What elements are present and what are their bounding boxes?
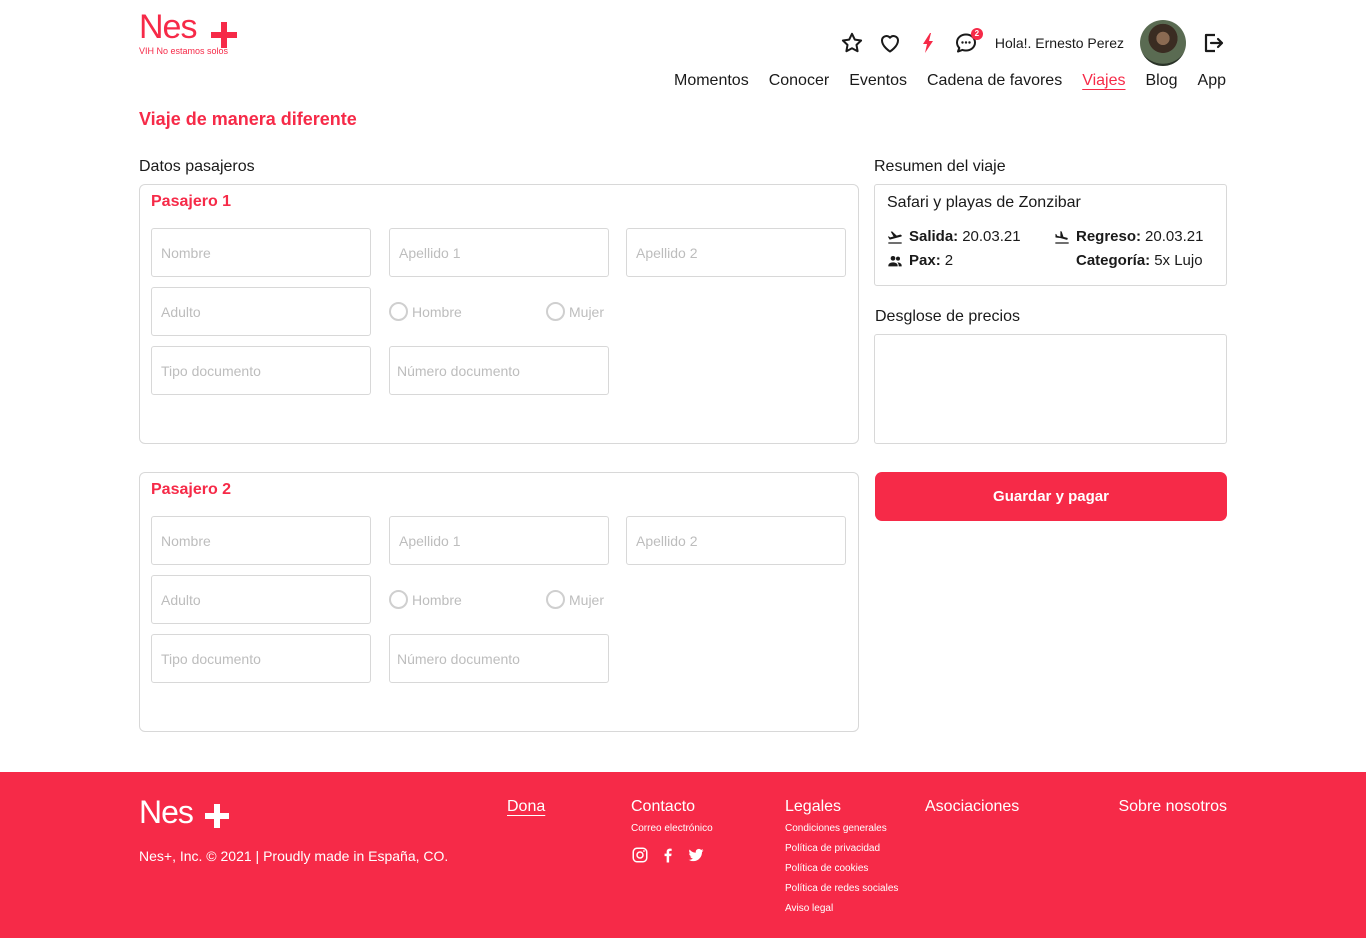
plus-icon xyxy=(205,804,229,828)
footer-link-privacidad[interactable]: Política de privacidad xyxy=(785,843,880,854)
footer: Nes Nes+, Inc. © 2021 | Proudly made in … xyxy=(0,772,1366,938)
footer-link-dona[interactable]: Dona xyxy=(507,798,545,816)
numero-documento-field[interactable]: Número documento xyxy=(389,634,609,683)
instagram-icon[interactable] xyxy=(631,846,649,864)
hombre-radio[interactable]: Hombre xyxy=(389,302,462,321)
pax-label: Pax: xyxy=(909,252,941,269)
footer-heading-contacto: Contacto xyxy=(631,798,696,815)
passenger-card-1: Pasajero 1 Nombre Apellido 1 Apellido 2 … xyxy=(139,184,859,444)
hombre-label: Hombre xyxy=(412,303,462,320)
apellido1-field[interactable]: Apellido 1 xyxy=(389,228,609,277)
mujer-radio[interactable]: Mujer xyxy=(546,590,604,609)
social-links xyxy=(631,846,705,864)
passengers-section-label: Datos pasajeros xyxy=(139,158,255,175)
salida-label: Salida: xyxy=(909,228,959,245)
main-nav: Momentos Conocer Eventos Cadena de favor… xyxy=(674,72,1226,90)
page-title: Viaje de manera diferente xyxy=(139,109,357,129)
footer-logo[interactable]: Nes xyxy=(139,796,231,830)
star-icon[interactable] xyxy=(839,30,865,56)
footer-link-redes-sociales[interactable]: Política de redes sociales xyxy=(785,883,898,894)
facebook-icon[interactable] xyxy=(659,846,677,864)
radio-circle xyxy=(546,590,565,609)
price-breakdown-box xyxy=(874,334,1227,444)
nav-momentos[interactable]: Momentos xyxy=(674,72,749,90)
nav-app[interactable]: App xyxy=(1198,72,1226,90)
regreso-label: Regreso: xyxy=(1076,228,1142,245)
footer-link-condiciones[interactable]: Condiciones generales xyxy=(785,823,887,834)
footer-heading-legales: Legales xyxy=(785,798,842,815)
twitter-icon[interactable] xyxy=(687,846,705,864)
regreso-value: 20.03.21 xyxy=(1145,228,1204,245)
passenger-title: Pasajero 1 xyxy=(151,193,232,210)
brand-name: Nes xyxy=(139,8,197,46)
footer-link-correo[interactable]: Correo electrónico xyxy=(631,823,713,834)
salida-info: Salida: 20.03.21 xyxy=(887,228,1021,245)
salida-value: 20.03.21 xyxy=(962,228,1021,245)
apellido2-field[interactable]: Apellido 2 xyxy=(626,228,846,277)
mujer-radio[interactable]: Mujer xyxy=(546,302,604,321)
radio-circle xyxy=(389,590,408,609)
footer-link-aviso-legal[interactable]: Aviso legal xyxy=(785,903,833,914)
brand-logo[interactable]: Nes VIH No estamos solos xyxy=(139,10,239,58)
categoria-info: Categoría: 5x Lujo xyxy=(1076,252,1203,269)
chat-icon[interactable]: 2 xyxy=(953,28,983,56)
save-and-pay-button[interactable]: Guardar y pagar xyxy=(875,472,1227,521)
user-greeting: Hola!. Ernesto Perez xyxy=(994,35,1124,51)
summary-section-label: Resumen del viaje xyxy=(874,158,1006,175)
hombre-radio[interactable]: Hombre xyxy=(389,590,462,609)
people-icon xyxy=(888,255,902,266)
plus-icon xyxy=(211,22,237,48)
avatar[interactable] xyxy=(1140,20,1186,66)
tipo-documento-select[interactable]: Tipo documento xyxy=(151,634,371,683)
nombre-field[interactable]: Nombre xyxy=(151,228,371,277)
radio-circle xyxy=(389,302,408,321)
apellido1-field[interactable]: Apellido 1 xyxy=(389,516,609,565)
mujer-label: Mujer xyxy=(569,303,605,320)
categoria-value: 5x Lujo xyxy=(1154,252,1203,269)
regreso-info: Regreso: 20.03.21 xyxy=(1054,228,1203,245)
passenger-title: Pasajero 2 xyxy=(151,481,232,498)
tipo-pasajero-select[interactable]: Adulto xyxy=(151,287,371,336)
nav-blog[interactable]: Blog xyxy=(1146,72,1178,90)
categoria-label: Categoría: xyxy=(1076,252,1151,269)
prices-section-label: Desglose de precios xyxy=(875,308,1020,325)
footer-link-asociaciones[interactable]: Asociaciones xyxy=(925,798,1019,816)
numero-documento-field[interactable]: Número documento xyxy=(389,346,609,395)
passenger-card-2: Pasajero 2 Nombre Apellido 1 Apellido 2 … xyxy=(139,472,859,732)
logout-icon[interactable] xyxy=(1200,30,1226,56)
hombre-label: Hombre xyxy=(412,591,462,608)
trip-name: Safari y playas de Zonzibar xyxy=(887,194,1081,211)
pax-info: Pax: 2 xyxy=(887,252,953,269)
nav-cadena-de-favores[interactable]: Cadena de favores xyxy=(927,72,1062,90)
nav-eventos[interactable]: Eventos xyxy=(849,72,907,90)
footer-link-cookies[interactable]: Política de cookies xyxy=(785,863,868,874)
page: Nes VIH No estamos solos 2 Hola!. Ernest… xyxy=(0,0,1366,938)
brand-tagline: VIH No estamos solos xyxy=(139,46,229,56)
nav-conocer[interactable]: Conocer xyxy=(769,72,829,90)
takeoff-icon xyxy=(887,230,902,244)
tipo-pasajero-select[interactable]: Adulto xyxy=(151,575,371,624)
copyright: Nes+, Inc. © 2021 | Proudly made in Espa… xyxy=(139,848,449,864)
tipo-documento-select[interactable]: Tipo documento xyxy=(151,346,371,395)
mujer-label: Mujer xyxy=(569,591,605,608)
trip-summary-card: Safari y playas de Zonzibar Salida: 20.0… xyxy=(874,184,1227,286)
landing-icon xyxy=(1055,230,1069,244)
radio-circle xyxy=(546,302,565,321)
pax-value: 2 xyxy=(944,252,954,269)
footer-link-sobre-nosotros[interactable]: Sobre nosotros xyxy=(1118,798,1227,816)
header-actions: 2 Hola!. Ernesto Perez xyxy=(827,20,1226,66)
nav-viajes[interactable]: Viajes xyxy=(1082,72,1125,90)
nombre-field[interactable]: Nombre xyxy=(151,516,371,565)
footer-brand-name: Nes xyxy=(139,794,194,830)
bolt-icon[interactable] xyxy=(915,30,941,56)
chat-badge: 2 xyxy=(970,28,983,40)
heart-icon[interactable] xyxy=(877,30,903,56)
apellido2-field[interactable]: Apellido 2 xyxy=(626,516,846,565)
